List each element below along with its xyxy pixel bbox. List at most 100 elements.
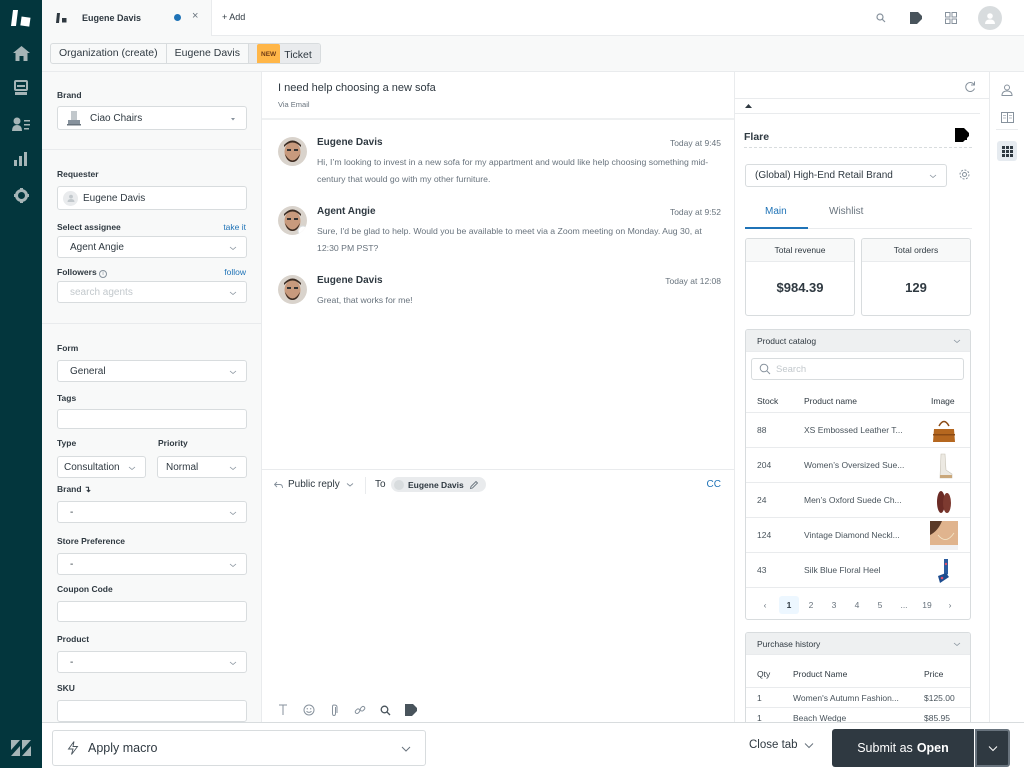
table-row[interactable]: 1 Beach Wedge $85.95 [746,707,970,722]
views-icon[interactable] [12,79,30,97]
brand-field-select[interactable]: - [57,501,247,523]
followers-input[interactable]: search agents [57,281,247,303]
column-header-qty: Qty [757,669,771,679]
type-select[interactable]: Consultation [57,456,146,478]
text-format-icon[interactable] [276,703,290,717]
page-4[interactable]: 4 [847,596,867,614]
collapse-app-row[interactable] [735,99,980,114]
customers-icon[interactable] [12,115,30,133]
table-row[interactable]: 24 Men’s Oxford Suede Ch... [746,482,970,517]
product-name-cell: Silk Blue Floral Heel [804,565,881,575]
close-tab-icon[interactable]: × [192,10,198,22]
message-author[interactable]: Agent Angie [317,206,376,217]
catalog-search-input[interactable]: Search [751,358,964,380]
purchase-history-header[interactable]: Purchase history [746,633,970,655]
tab-wishlist[interactable]: Wishlist [829,206,863,217]
cc-button[interactable]: CC [707,479,721,490]
message-author[interactable]: Eugene Davis [317,275,383,286]
chevron-down-icon[interactable] [953,640,961,648]
priority-select[interactable]: Normal [157,456,247,478]
ticket-channel: Via Email [278,100,310,109]
search-icon[interactable] [378,703,392,717]
reporting-icon[interactable] [12,150,30,168]
product-name-cell: XS Embossed Leather T... [804,425,903,435]
ticket-properties-panel: Brand Ciao Chairs Requester Eugene Davis… [42,72,262,722]
assignee-select[interactable]: Agent Angie [57,236,247,258]
tab-main[interactable]: Main [765,206,787,217]
flare-app-icon[interactable] [404,703,418,717]
info-icon[interactable]: i [99,270,108,278]
emoji-icon[interactable] [302,703,316,717]
caret-down-icon [231,118,235,121]
admin-gear-icon[interactable] [12,186,30,204]
tags-input[interactable] [57,409,247,429]
form-select[interactable]: General [57,360,247,382]
recipient-pill[interactable]: Eugene Davis [391,477,486,492]
apply-macro-select[interactable]: Apply macro [52,730,426,766]
breadcrumb-ticket[interactable]: NEW Ticket [249,44,320,63]
chevron-down-icon [229,370,237,375]
table-row[interactable]: 124 Vintage Diamond Neckl... [746,517,970,552]
table-row[interactable]: 88 XS Embossed Leather T... [746,412,970,447]
submit-options-button[interactable] [975,729,1010,767]
search-icon[interactable] [873,10,889,26]
page-1[interactable]: 1 [779,596,799,614]
breadcrumb-organization[interactable]: Organization (create) [51,44,167,63]
add-tab-button[interactable]: + Add [222,12,245,22]
priority-label: Priority [158,438,188,448]
chevron-down-icon[interactable] [953,337,961,345]
link-icon[interactable] [353,703,367,717]
message-author[interactable]: Eugene Davis [317,137,383,148]
active-tab-indicator [745,227,808,229]
take-it-link[interactable]: take it [223,222,246,232]
product-select[interactable]: - [57,651,247,673]
user-profile-icon[interactable] [998,81,1016,99]
reply-type-select[interactable]: Public reply [274,479,354,490]
brand-select[interactable]: Ciao Chairs [57,106,247,130]
ticket-tab[interactable]: Eugene Davis × [42,0,212,36]
submit-button[interactable]: Submit as Open [832,729,974,767]
followers-label: Followers i [57,267,108,278]
apps-grid-icon[interactable] [943,10,959,26]
edit-pencil-icon[interactable] [469,480,479,490]
store-preference-select[interactable]: - [57,553,247,575]
flare-app-icon[interactable] [908,10,924,26]
breadcrumb-requester[interactable]: Eugene Davis [167,44,250,63]
next-page-icon[interactable]: › [940,596,960,614]
settings-gear-icon[interactable] [958,168,971,181]
table-row[interactable]: 1 Women's Autumn Fashion... $125.00 [746,687,970,707]
table-row[interactable]: 43 Silk Blue Floral Heel [746,552,970,587]
knowledge-book-icon[interactable] [998,108,1016,126]
app-title: Flare [744,131,770,143]
home-icon[interactable] [12,44,30,62]
stat-value: $984.39 [776,280,824,295]
zendesk-product-logo-icon[interactable] [11,9,31,27]
refresh-icon[interactable] [964,81,976,93]
product-catalog-header[interactable]: Product catalog [746,330,970,352]
type-value: Consultation [64,461,120,473]
product-name-cell: Men’s Oxford Suede Ch... [804,495,902,505]
column-header-product-name: Product name [804,396,857,406]
flare-brand-select[interactable]: (Global) High-End Retail Brand [745,164,947,187]
table-row[interactable]: 204 Women’s Oversized Sue... [746,447,970,482]
user-avatar-icon[interactable] [978,6,1002,30]
attachment-icon[interactable] [327,703,341,717]
close-tab-button[interactable]: Close tab [749,739,814,751]
chevron-up-icon[interactable] [744,102,753,109]
page-5[interactable]: 5 [870,596,890,614]
apps-icon[interactable] [997,141,1017,161]
prev-page-icon[interactable]: ‹ [755,596,775,614]
ticket-subject[interactable]: I need help choosing a new sofa [278,82,436,94]
follow-link[interactable]: follow [224,267,246,277]
ticket-header: I need help choosing a new sofa Via Emai… [262,72,734,120]
store-preference-label: Store Preference [57,536,126,546]
coupon-code-input[interactable] [57,601,247,622]
page-19[interactable]: 19 [917,596,937,614]
stock-cell: 124 [757,530,772,540]
requester-field[interactable]: Eugene Davis [57,186,247,210]
sku-input[interactable] [57,700,247,722]
lightning-bolt-icon [67,741,79,755]
stat-card-revenue: Total revenue $984.39 [745,238,855,316]
page-3[interactable]: 3 [824,596,844,614]
page-2[interactable]: 2 [801,596,821,614]
